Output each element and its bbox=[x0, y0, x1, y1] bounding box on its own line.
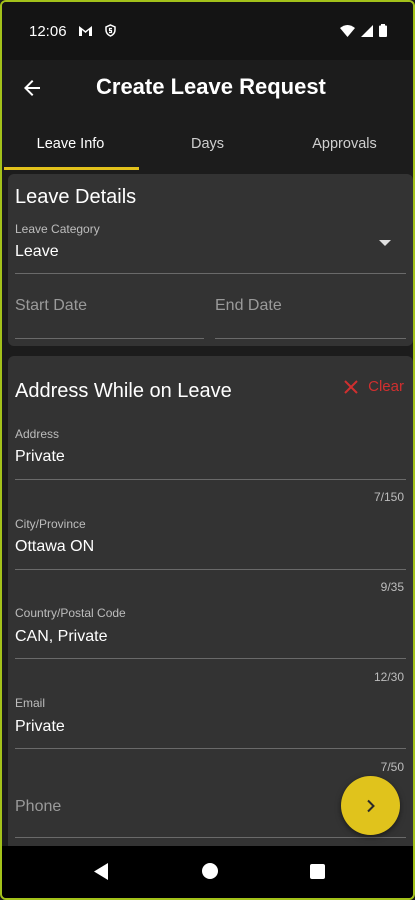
country-postal-underline bbox=[15, 658, 406, 659]
leave-details-card: Leave Details Leave Category Leave Start… bbox=[8, 174, 413, 346]
dropdown-arrow-icon bbox=[379, 240, 391, 246]
address-section-title: Address While on Leave bbox=[15, 380, 232, 402]
tab-days[interactable]: Days bbox=[139, 116, 276, 170]
email-value: Private bbox=[15, 718, 65, 735]
battery-icon bbox=[379, 24, 387, 37]
tab-leave-info[interactable]: Leave Info bbox=[2, 116, 139, 170]
nav-home-icon[interactable] bbox=[202, 863, 218, 879]
country-postal-label: Country/Postal Code bbox=[15, 606, 126, 620]
notification-icons bbox=[78, 23, 116, 39]
leave-category-value: Leave bbox=[15, 243, 59, 260]
arrow-left-icon[interactable] bbox=[20, 76, 44, 100]
city-province-counter: 9/35 bbox=[380, 580, 404, 594]
start-date-placeholder: Start Date bbox=[15, 297, 88, 314]
status-bar: 12:06 bbox=[2, 2, 413, 60]
next-fab-button[interactable] bbox=[341, 776, 400, 835]
status-time: 12:06 bbox=[29, 23, 67, 40]
leave-category-underline bbox=[15, 273, 406, 274]
end-date-underline bbox=[215, 338, 406, 339]
email-counter: 7/50 bbox=[380, 760, 404, 774]
start-date-underline bbox=[15, 338, 204, 339]
leave-details-title: Leave Details bbox=[15, 186, 137, 208]
signal-icon bbox=[361, 24, 373, 37]
wifi-icon bbox=[340, 24, 355, 37]
nav-back-icon[interactable] bbox=[94, 863, 108, 880]
country-postal-value: CAN, Private bbox=[15, 628, 108, 645]
address-underline bbox=[15, 479, 406, 480]
tab-approvals[interactable]: Approvals bbox=[276, 116, 413, 170]
leave-category-label: Leave Category bbox=[15, 222, 100, 236]
clear-button[interactable]: Clear bbox=[344, 378, 404, 395]
chevron-right-icon bbox=[366, 799, 375, 812]
address-label: Address bbox=[15, 427, 60, 441]
city-province-underline bbox=[15, 569, 406, 570]
gmail-icon bbox=[79, 26, 92, 36]
address-counter: 7/150 bbox=[373, 490, 404, 504]
app-frame: 12:06 Create Leave Request Leave Info Da… bbox=[0, 0, 415, 900]
app-bar: Create Leave Request bbox=[2, 60, 413, 116]
city-province-label: City/Province bbox=[15, 517, 86, 531]
email-underline bbox=[15, 748, 406, 749]
end-date-placeholder: End Date bbox=[215, 297, 282, 314]
status-right-icons bbox=[340, 24, 387, 37]
page-title: Create Leave Request bbox=[96, 74, 326, 99]
shield-s-icon bbox=[105, 24, 116, 37]
tab-bar: Leave Info Days Approvals bbox=[2, 116, 413, 170]
phone-placeholder: Phone bbox=[15, 798, 62, 815]
city-province-value: Ottawa ON bbox=[15, 538, 95, 555]
country-postal-counter: 12/30 bbox=[373, 670, 404, 684]
close-icon bbox=[344, 379, 358, 394]
system-nav-bar bbox=[2, 846, 413, 898]
phone-underline bbox=[15, 837, 406, 838]
address-value: Private bbox=[15, 448, 65, 465]
nav-recents-icon[interactable] bbox=[310, 864, 325, 879]
email-label: Email bbox=[15, 696, 46, 710]
clear-label: Clear bbox=[368, 378, 404, 395]
